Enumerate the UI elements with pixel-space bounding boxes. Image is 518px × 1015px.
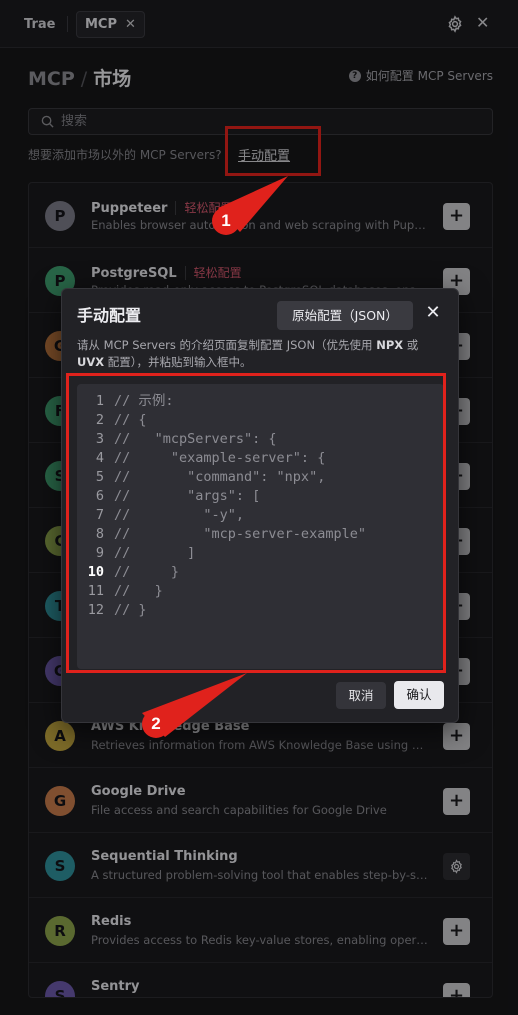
search-icon (41, 115, 54, 128)
tab-trae[interactable]: Trae (14, 12, 65, 38)
server-name: Sentry (91, 979, 140, 994)
add-server-button[interactable]: + (443, 203, 470, 230)
server-description: Provides access to Redis key-value store… (91, 933, 431, 947)
server-avatar: S (45, 851, 75, 881)
help-link[interactable]: ? 如何配置 MCP Servers (348, 67, 493, 84)
gear-icon[interactable] (446, 15, 464, 33)
server-name-label: Sentry (91, 979, 140, 994)
tab-close-icon[interactable]: ✕ (125, 17, 136, 32)
callout-badge-1: 1 (212, 207, 240, 235)
desc-text-1: 请从 MCP Servers 的介绍页面复制配置 JSON（优先使用 (77, 338, 377, 352)
top-bar: Trae MCP ✕ ✕ (0, 0, 518, 48)
server-name: Google Drive (91, 784, 186, 799)
server-name: PostgreSQL 轻松配置 (91, 264, 242, 281)
server-name-label: Redis (91, 914, 132, 929)
close-icon[interactable]: ✕ (424, 302, 442, 324)
server-name-label: Sequential Thinking (91, 849, 238, 864)
desc-text-2: 或 (403, 338, 419, 352)
easy-config-badge: 轻松配置 (184, 266, 242, 280)
server-avatar: P (45, 201, 75, 231)
raw-json-button[interactable]: 原始配置（JSON） (277, 301, 413, 330)
desc-uvx: UVX (77, 355, 105, 369)
server-list-item[interactable]: G Google Drive File access and search capa… (29, 768, 492, 833)
server-name: Redis (91, 914, 131, 929)
page-title: 市场 (93, 68, 132, 90)
server-description: Retrieves information from AWS Knowledge… (91, 738, 431, 752)
server-name-label: PostgreSQL (91, 266, 177, 281)
add-server-button[interactable]: + (443, 983, 470, 997)
highlight-box-editor (66, 373, 446, 673)
desc-text-3: 配置），并粘贴到输入框中。 (104, 355, 252, 369)
gear-icon (451, 859, 462, 874)
server-avatar: S (45, 981, 75, 997)
server-list-item[interactable]: S Sentry + (29, 963, 492, 997)
breadcrumb-separator: / (80, 68, 88, 90)
tab-mcp[interactable]: MCP ✕ (76, 11, 145, 38)
server-avatar: A (45, 721, 75, 751)
confirm-button[interactable]: 确认 (394, 681, 444, 709)
cancel-button[interactable]: 取消 (336, 682, 386, 709)
server-avatar: G (45, 786, 75, 816)
highlight-box-manual-config (225, 126, 321, 176)
add-server-button[interactable]: + (443, 788, 470, 815)
server-description: A structured problem-solving tool that e… (91, 868, 431, 882)
callout-badge-2: 2 (142, 710, 170, 738)
server-list-item[interactable]: P Puppeteer 轻松配置 Enables browser automation… (29, 183, 492, 248)
server-list-item[interactable]: S Sequential Thinking A structured problem… (29, 833, 492, 898)
server-name-label: Puppeteer (91, 201, 168, 216)
breadcrumb-mcp[interactable]: MCP (28, 68, 75, 90)
close-panel-icon[interactable]: ✕ (476, 13, 490, 33)
add-server-button[interactable]: + (443, 918, 470, 945)
tab-mcp-label: MCP (85, 17, 118, 32)
server-list-item[interactable]: R Redis Provides access to Redis key-value… (29, 898, 492, 963)
server-name: Puppeteer 轻松配置 (91, 199, 233, 216)
server-settings-button[interactable] (443, 853, 470, 880)
server-name: Sequential Thinking (91, 849, 238, 864)
dialog-description: 请从 MCP Servers 的介绍页面复制配置 JSON（优先使用 NPX 或… (77, 337, 447, 371)
add-prompt-text: 想要添加市场以外的 MCP Servers? (28, 148, 222, 162)
tab-divider (67, 16, 68, 32)
server-description: Enables browser automation and web scrap… (91, 218, 431, 232)
server-name-label: Google Drive (91, 784, 186, 799)
dialog-title: 手动配置 (77, 306, 142, 325)
question-icon: ? (348, 69, 361, 82)
add-server-button[interactable]: + (443, 723, 470, 750)
server-avatar: R (45, 916, 75, 946)
help-label: 如何配置 MCP Servers (365, 69, 493, 83)
breadcrumb: MCP / 市场 (28, 64, 131, 91)
desc-npx: NPX (376, 338, 404, 352)
server-description: File access and search capabilities for … (91, 803, 387, 817)
